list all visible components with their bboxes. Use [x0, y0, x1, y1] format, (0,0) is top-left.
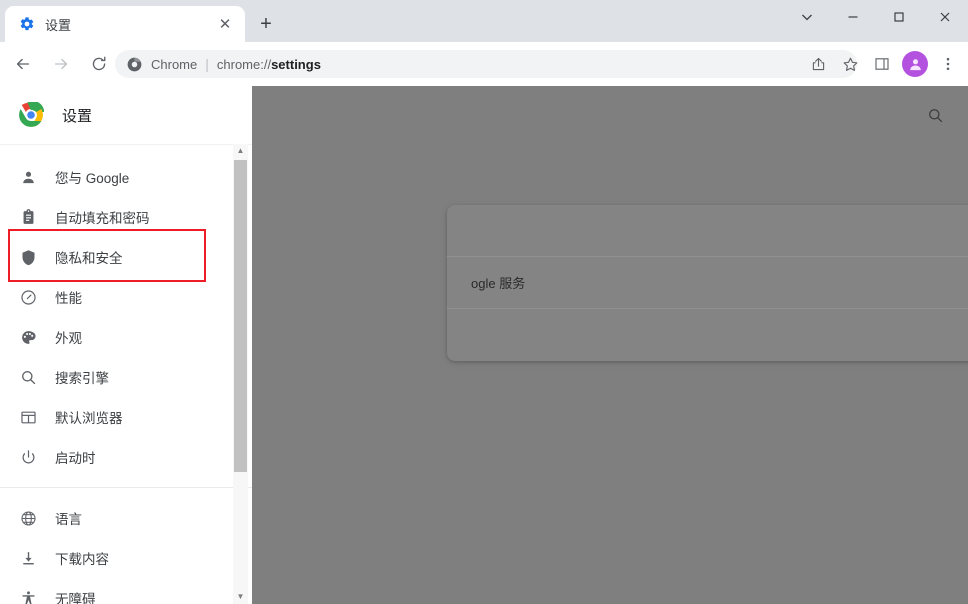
- clipboard-icon: [18, 207, 38, 227]
- minimize-button[interactable]: [830, 0, 876, 34]
- globe-icon: [18, 508, 38, 528]
- tab-search-icon[interactable]: [784, 0, 830, 34]
- settings-title: 设置: [62, 107, 93, 125]
- palette-icon: [18, 327, 38, 347]
- sidebar-item-label: 语言: [55, 512, 82, 527]
- sidebar-item-you-and-google[interactable]: 您与 Google: [0, 157, 252, 197]
- sidebar-item-label: 下载内容: [55, 552, 109, 567]
- close-window-button[interactable]: [922, 0, 968, 34]
- modal-scrim-overlay: ▶ ogle 服务 ▶ ▶: [252, 86, 968, 604]
- omnibox-brand-label: Chrome: [151, 56, 198, 72]
- scroll-down-arrow-icon[interactable]: ▼: [233, 590, 248, 604]
- sidebar-item-search-engine[interactable]: 搜索引擎: [0, 357, 252, 397]
- settings-search-icon[interactable]: [922, 102, 948, 128]
- sidebar-group-2: 语言 下载内容 无障碍: [0, 498, 252, 604]
- sidebar-item-label: 启动时: [55, 451, 96, 466]
- browser-window-icon: [18, 407, 38, 427]
- sidebar-item-accessibility[interactable]: 无障碍: [0, 578, 252, 604]
- settings-card-row-2[interactable]: ogle 服务 ▶: [447, 257, 968, 309]
- omnibox-url-prefix: chrome://: [216, 56, 272, 72]
- settings-card-row-3[interactable]: ▶: [447, 309, 968, 361]
- power-icon: [18, 447, 38, 467]
- maximize-button[interactable]: [876, 0, 922, 34]
- sidebar-item-label: 外观: [55, 331, 82, 346]
- sidebar-item-label: 无障碍: [55, 592, 96, 604]
- download-icon: [18, 548, 38, 568]
- speedometer-icon: [18, 287, 38, 307]
- settings-gear-icon: [18, 16, 35, 33]
- close-tab-icon[interactable]: ✕: [213, 12, 237, 36]
- side-panel-icon[interactable]: [866, 48, 898, 80]
- sidebar-divider: [0, 487, 252, 488]
- sidebar-group-1: 您与 Google 自动填充和密码 隐私和安全 性能 外观 搜索引擎 默认浏览器…: [0, 145, 252, 477]
- toolbar-right-icons: [802, 48, 964, 80]
- person-icon: [18, 167, 38, 187]
- bookmark-star-icon[interactable]: [834, 48, 866, 80]
- new-tab-button[interactable]: +: [252, 10, 280, 38]
- sidebar-item-autofill-passwords[interactable]: 自动填充和密码: [0, 197, 252, 237]
- omnibox-url-path: settings: [271, 56, 321, 72]
- shield-icon: [18, 247, 38, 267]
- sidebar-item-label: 搜索引擎: [55, 371, 109, 386]
- sidebar-scroll-area: 您与 Google 自动填充和密码 隐私和安全 性能 外观 搜索引擎 默认浏览器…: [0, 144, 252, 604]
- title-bar: 设置 ✕ +: [0, 0, 968, 42]
- sidebar-item-privacy-security[interactable]: 隐私和安全: [0, 237, 252, 277]
- settings-card-row-1[interactable]: ▶: [447, 205, 968, 257]
- profile-avatar[interactable]: [902, 51, 928, 77]
- omnibox-url: chrome://settings: [217, 57, 321, 72]
- sidebar-item-performance[interactable]: 性能: [0, 277, 252, 317]
- accessibility-icon: [18, 588, 38, 604]
- sidebar-item-label: 自动填充和密码: [55, 211, 150, 226]
- sidebar-item-downloads[interactable]: 下载内容: [0, 538, 252, 578]
- address-bar[interactable]: Chrome | chrome://settings: [115, 50, 857, 78]
- chrome-page-icon: [126, 56, 142, 72]
- scrollbar-thumb[interactable]: [234, 160, 247, 472]
- sidebar-item-label: 默认浏览器: [55, 411, 123, 426]
- window-controls: [784, 0, 968, 42]
- sidebar-item-appearance[interactable]: 外观: [0, 317, 252, 357]
- browser-window: 设置 ✕ + Chrome | chrome://settings ogle 服…: [0, 0, 968, 604]
- sidebar-item-label: 隐私和安全: [55, 251, 123, 266]
- reload-icon[interactable]: [84, 49, 114, 79]
- tab-title: 设置: [45, 17, 72, 33]
- settings-card: ▶ ogle 服务 ▶ ▶: [447, 205, 968, 361]
- more-menu-icon[interactable]: [932, 48, 964, 80]
- sidebar-item-label: 性能: [55, 291, 82, 306]
- sidebar-item-languages[interactable]: 语言: [0, 498, 252, 538]
- omnibox-separator: |: [205, 56, 209, 72]
- sidebar-item-on-startup[interactable]: 启动时: [0, 437, 252, 477]
- search-icon: [18, 367, 38, 387]
- forward-icon[interactable]: [46, 49, 76, 79]
- sidebar-scrollbar[interactable]: ▲ ▼: [233, 144, 248, 604]
- chrome-logo: [18, 100, 45, 128]
- back-icon[interactable]: [8, 49, 38, 79]
- settings-header: 设置: [0, 86, 252, 144]
- share-icon[interactable]: [802, 48, 834, 80]
- row-label: ogle 服务: [471, 276, 526, 291]
- settings-sidebar: 设置 您与 Google 自动填充和密码 隐私和安全 性能 外观 搜索引擎 默认…: [0, 86, 252, 604]
- sidebar-item-default-browser[interactable]: 默认浏览器: [0, 397, 252, 437]
- browser-tab-settings[interactable]: 设置 ✕: [5, 6, 245, 42]
- scroll-up-arrow-icon[interactable]: ▲: [233, 144, 248, 158]
- sidebar-item-label: 您与 Google: [55, 171, 130, 186]
- settings-page: ▶ ogle 服务 ▶ ▶: [0, 86, 968, 604]
